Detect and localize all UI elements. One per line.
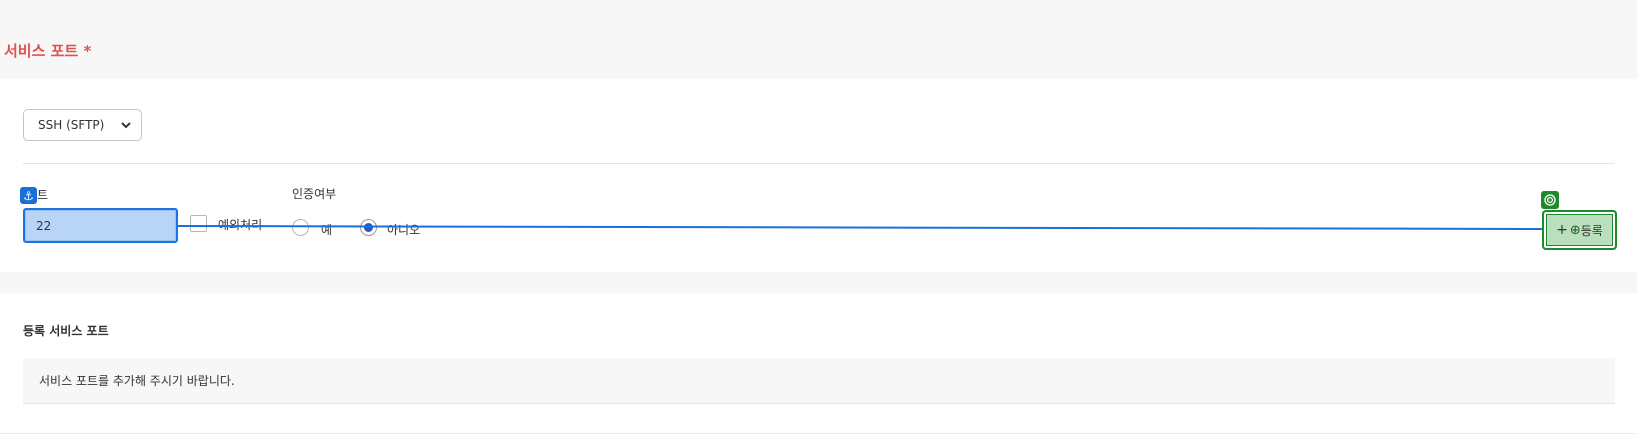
target-icon bbox=[1541, 191, 1559, 209]
add-button-label: 등록 bbox=[1580, 223, 1603, 238]
section-title: 서비스 포트 * bbox=[4, 42, 92, 60]
port-input-value: 22 bbox=[36, 218, 52, 233]
exception-checkbox[interactable] bbox=[190, 215, 207, 232]
exception-label: 예외처리 bbox=[218, 218, 263, 232]
protocol-select-value: SSH (SFTP) bbox=[38, 118, 105, 132]
chevron-down-icon bbox=[121, 119, 131, 132]
plus-icon: + bbox=[1556, 222, 1568, 238]
auth-label: 인증여부 bbox=[292, 187, 337, 201]
empty-ports-message: 서비스 포트를 추가해 주시기 바랍니다. bbox=[39, 374, 235, 388]
section-header-band bbox=[0, 0, 1637, 79]
auth-radio-no-label: 아니오 bbox=[387, 223, 421, 237]
section-separator-band bbox=[0, 272, 1637, 293]
registered-ports-title: 등록 서비스 포트 bbox=[23, 324, 109, 338]
auth-radio-yes-label: 예 bbox=[321, 223, 333, 237]
empty-ports-notice: 서비스 포트를 추가해 주시기 바랍니다. bbox=[23, 358, 1615, 404]
protocol-select[interactable]: SSH (SFTP) bbox=[23, 109, 142, 141]
auth-radio-yes[interactable] bbox=[292, 219, 309, 236]
crosshair-icon: ⊕ bbox=[1569, 222, 1581, 238]
port-input[interactable]: 22 bbox=[23, 208, 178, 243]
auth-radio-no[interactable] bbox=[360, 219, 377, 236]
divider bbox=[23, 163, 1615, 164]
add-button[interactable]: + ⊕ 등록 bbox=[1542, 210, 1617, 250]
anchor-icon: ⚓ bbox=[20, 187, 37, 204]
bottom-divider bbox=[0, 433, 1637, 434]
